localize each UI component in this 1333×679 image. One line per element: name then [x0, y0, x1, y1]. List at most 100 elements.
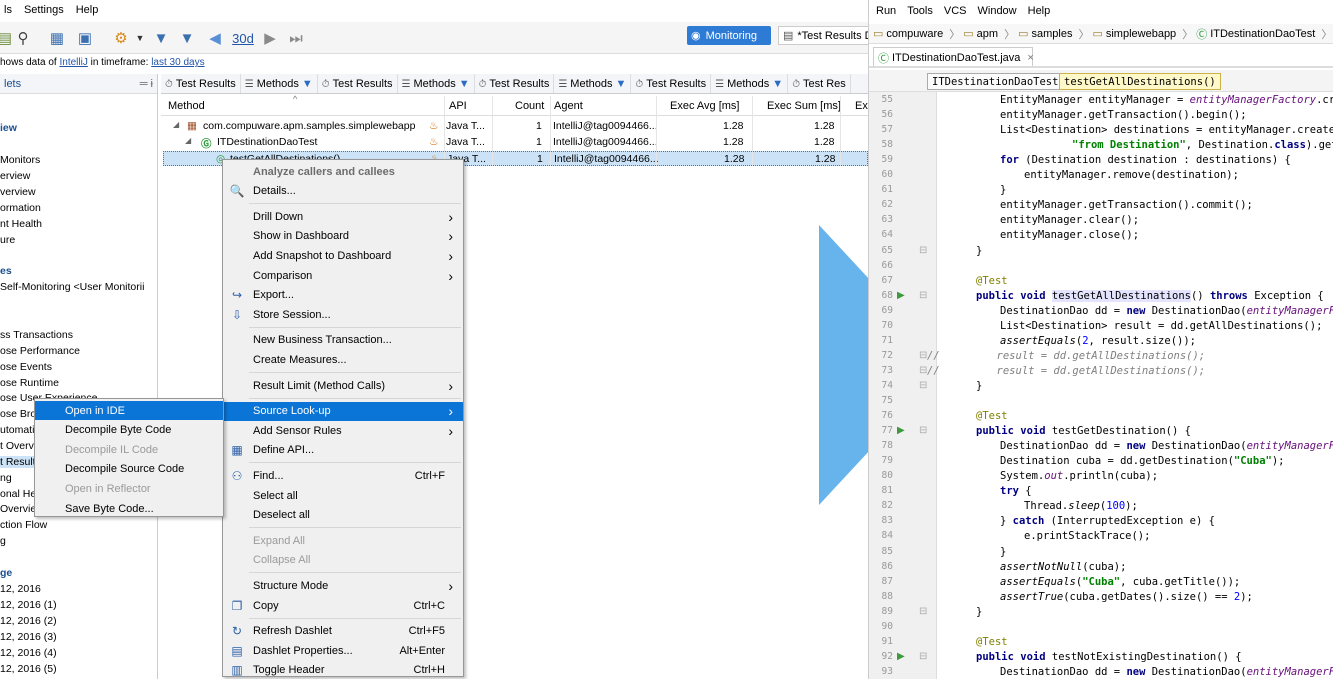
col-method[interactable]: Method	[168, 100, 205, 112]
tab-test-results[interactable]: ⏱ Test Results	[631, 74, 712, 93]
filter-icon[interactable]: ▼	[772, 78, 783, 90]
tab-methods[interactable]: ☰ Methods ▼	[398, 74, 475, 93]
tab-test-results[interactable]: ⏱ Test Res	[788, 74, 851, 93]
code-editor[interactable]: EntityManager entityManager = entityMana…	[869, 92, 1333, 679]
menu-item-dashlet-properties[interactable]: ▤ Dashlet Properties... Alt+Enter	[223, 641, 463, 660]
breadcrumb-item[interactable]: Ⓒ ITDestinationDaoTest	[1196, 26, 1315, 42]
menu-item-source-look-up[interactable]: Source Look-up ›	[223, 401, 463, 421]
time-range-link[interactable]: 30d	[228, 28, 258, 48]
menu-item-toggle-header[interactable]: ▥ Toggle Header Ctrl+H	[223, 661, 463, 679]
breadcrumb-item[interactable]: ▭ apm	[963, 27, 998, 41]
close-icon[interactable]: ×	[1027, 52, 1033, 64]
tab-methods[interactable]: ☰ Methods ▼	[554, 74, 632, 93]
dashlet-tree-item[interactable]: iew	[0, 122, 17, 134]
dashlet-tree-item[interactable]: ge	[0, 567, 12, 579]
dashlet-tree-item[interactable]: g	[0, 535, 6, 547]
dashlet-tree-item[interactable]: 12, 2016 (2)	[0, 615, 57, 627]
file-tab[interactable]: Ⓒ ITDestinationDaoTest.java ×	[873, 47, 1034, 67]
monitoring-button[interactable]: ◉ Monitoring	[687, 26, 771, 45]
menu-item-save-byte-code[interactable]: Save Byte Code...	[35, 499, 223, 518]
breadcrumb-item[interactable]: ▭ samples	[1018, 27, 1072, 41]
menu-item-add-snapshot-to-dashboard[interactable]: Add Snapshot to Dashboard ›	[223, 246, 463, 265]
dashlet-tree-item[interactable]: 12, 2016 (5)	[0, 663, 57, 675]
tab-test-results[interactable]: ⏱ Test Results	[318, 74, 398, 93]
filter-icon[interactable]: ▼	[616, 78, 627, 90]
tab-methods[interactable]: ☰ Methods ▼	[241, 74, 318, 93]
menu-item-copy[interactable]: ❐ Copy Ctrl+C	[223, 596, 463, 615]
menu-item-define-api[interactable]: ▦ Define API...	[223, 441, 463, 460]
dashlet-tree-item[interactable]: 12, 2016 (1)	[0, 599, 57, 611]
ide-menu-run[interactable]: Run	[876, 5, 896, 17]
collapse-icon[interactable]: ◢	[185, 136, 191, 145]
dashlet-tree-item[interactable]: nt Health	[0, 218, 42, 230]
tab-test-results[interactable]: ⏱ Test Results	[161, 74, 241, 93]
dashlet-tree-item[interactable]: ng	[0, 472, 12, 484]
dashlet-tree-item[interactable]: onal He	[0, 488, 36, 500]
pin-icon[interactable]: ═ ɨ	[140, 78, 153, 90]
ide-menu-vcs[interactable]: VCS	[944, 5, 967, 17]
dashlet-tree-item[interactable]: utomati	[0, 424, 34, 436]
dashlet-tree-item[interactable]: verview	[0, 186, 36, 198]
menu-item-add-sensor-rules[interactable]: Add Sensor Rules ›	[223, 421, 463, 440]
search-icon[interactable]: ⚲	[12, 28, 34, 48]
tab-methods[interactable]: ☰ Methods ▼	[711, 74, 789, 93]
dashlet-tree-item[interactable]: Overvie	[0, 503, 36, 515]
chevron-down-icon[interactable]: ▼	[134, 28, 146, 48]
menu-item-find[interactable]: ⚇ Find... Ctrl+F	[223, 466, 463, 485]
col-count[interactable]: Count	[515, 100, 544, 112]
method-tag[interactable]: testGetAllDestinations()	[1059, 73, 1221, 90]
test-results-dashboard-button[interactable]: ▤ *Test Results Da	[778, 26, 868, 45]
agent-link[interactable]: IntelliJ	[59, 57, 87, 68]
tab-test-results[interactable]: ⏱ Test Results	[475, 74, 555, 93]
print-icon[interactable]: ▦	[46, 28, 68, 48]
ide-menu-help[interactable]: Help	[1028, 5, 1051, 17]
menu-ls[interactable]: ls	[4, 4, 12, 16]
menu-item-decompile-source-code[interactable]: Decompile Source Code	[35, 460, 223, 479]
dashlet-tree-item[interactable]: ose Events	[0, 361, 52, 373]
menu-item-structure-mode[interactable]: Structure Mode ›	[223, 576, 463, 595]
ide-menu-window[interactable]: Window	[978, 5, 1017, 17]
col-api[interactable]: API	[449, 100, 467, 112]
dashlet-tree-item[interactable]: ose Performance	[0, 345, 80, 357]
filter-icon[interactable]: ▼	[150, 28, 172, 48]
collapse-icon[interactable]: ◢	[173, 120, 179, 129]
breadcrumb-item[interactable]: ▭ compuware	[873, 27, 943, 41]
menu-item-create-measures[interactable]: Create Measures...	[223, 350, 463, 369]
table-row[interactable]: ◢ Ⓖ ITDestinationDaoTest ♨ Java T... 1 I…	[161, 135, 868, 150]
menu-item-decompile-byte-code[interactable]: Decompile Byte Code	[35, 421, 223, 440]
dashlet-tree-item[interactable]: Monitors	[0, 154, 40, 166]
menu-item-comparison[interactable]: Comparison ›	[223, 266, 463, 285]
ide-menu-tools[interactable]: Tools	[907, 5, 933, 17]
back-icon[interactable]: ◀	[204, 28, 226, 48]
dashlet-tree-item[interactable]: erview	[0, 170, 30, 182]
menu-item-drill-down[interactable]: Drill Down ›	[223, 207, 463, 226]
menu-item-details[interactable]: 🔍 Details...	[223, 182, 463, 201]
filter-icon[interactable]: ▼	[459, 78, 470, 90]
dashlet-tree-item[interactable]: ure	[0, 234, 15, 246]
menu-item-open-in-ide[interactable]: Open in IDE	[35, 401, 223, 420]
timeframe-link[interactable]: last 30 days	[151, 57, 204, 68]
menu-item-new-business-transaction[interactable]: New Business Transaction...	[223, 331, 463, 350]
menu-item-select-all[interactable]: Select all	[223, 486, 463, 505]
menu-item-refresh-dashlet[interactable]: ↻ Refresh Dashlet Ctrl+F5	[223, 622, 463, 641]
menu-item-show-in-dashboard[interactable]: Show in Dashboard ›	[223, 227, 463, 246]
filter-clear-icon[interactable]: ▼	[174, 28, 200, 48]
col-ex[interactable]: Ex	[855, 100, 868, 112]
dashlet-tree-item[interactable]: ormation	[0, 202, 41, 214]
dashlet-tree-item[interactable]: ss Transactions	[0, 329, 73, 341]
save-icon[interactable]: ▤	[0, 28, 12, 48]
menu-settings[interactable]: Settings	[24, 4, 64, 16]
menu-item-store-session[interactable]: ⇩ Store Session...	[223, 305, 463, 324]
class-tag[interactable]: ITDestinationDaoTest	[927, 73, 1064, 90]
dashlet-tree-item[interactable]: Self-Monitoring <User Monitorii	[0, 281, 144, 293]
menu-help[interactable]: Help	[76, 4, 99, 16]
col-exec-sum[interactable]: Exec Sum [ms]	[767, 100, 841, 112]
dashlet-tree-item[interactable]: ction Flow	[0, 519, 47, 531]
dashlet-tree-item[interactable]: 12, 2016	[0, 583, 41, 595]
menu-item-export[interactable]: ↪ Export...	[223, 286, 463, 305]
menu-item-result-limit-method-calls[interactable]: Result Limit (Method Calls) ›	[223, 376, 463, 395]
last-icon[interactable]: ⏭	[284, 28, 308, 48]
dashlet-tree-item[interactable]: 12, 2016 (4)	[0, 647, 57, 659]
dashlet-tree-item[interactable]: 12, 2016 (3)	[0, 631, 57, 643]
dashlet-tree-item[interactable]: ose Runtime	[0, 377, 59, 389]
